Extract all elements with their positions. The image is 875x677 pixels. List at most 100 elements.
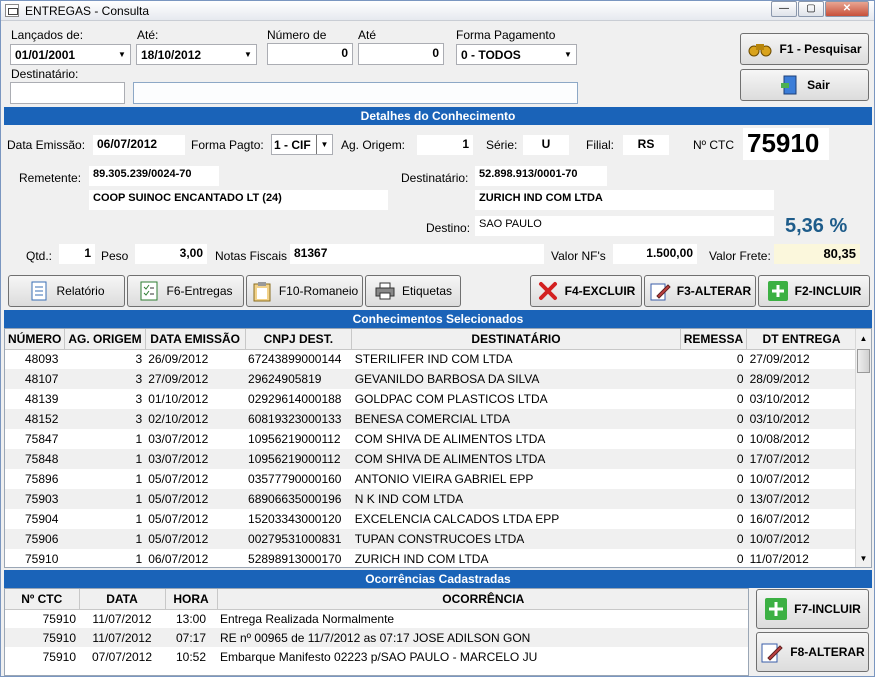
table-cell: 11/07/2012 [749,552,809,566]
table-row[interactable]: 75847 1 03/07/2012 10956219000112 COM SHIVA … [5,429,857,449]
table-cell: 02/10/2012 [145,409,246,429]
data-emissao-value: 06/07/2012 [93,135,185,155]
numero-input[interactable]: 0 [267,43,353,65]
ocorrencia-incluir-button[interactable]: F7-INCLUIR [756,589,869,629]
col-cnpj-dest[interactable]: CNPJ DEST. [245,329,353,350]
table-row[interactable]: 75848 1 03/07/2012 10956219000112 COM SHIVA … [5,449,857,469]
col-remessa[interactable]: REMESSA [680,329,748,350]
destino-label: Destino: [426,221,471,235]
chevron-down-icon[interactable]: ▼ [114,45,130,64]
list-item[interactable]: 75910 11/07/2012 13:00 Entrega Realizada No… [5,609,748,628]
table-cell: 1 [135,552,143,566]
table-cell: GEVANILDO BARBOSA DA SILVA [351,369,681,389]
table-row[interactable]: 48152 3 02/10/2012 60819323000133 BENESA COM… [5,409,857,429]
table-row[interactable]: 75896 1 05/07/2012 03577790000160 ANTONIO VI… [5,469,857,489]
table-row[interactable]: 75903 1 05/07/2012 68906635000196 N K IND CO… [5,489,857,509]
col-hora[interactable]: HORA [165,589,218,610]
incluir-button[interactable]: F2-INCLUIR [758,275,870,307]
table-cell: 60819323000133 [245,409,352,429]
ocorrencia-alterar-button[interactable]: F8-ALTERAR [756,632,869,672]
minimize-button[interactable]: — [771,1,797,17]
detalhes-header: Detalhes do Conhecimento [4,107,872,125]
chevron-down-icon[interactable]: ▼ [316,135,332,154]
table-cell: 10956219000112 [245,449,352,469]
alterar-button[interactable]: F3-ALTERAR [644,275,756,307]
conhecimentos-table[interactable]: NÚMERO AG. ORIGEM DATA EMISSÃO CNPJ DEST… [4,328,872,568]
table-row[interactable]: 75906 1 05/07/2012 00279531000831 TUPAN CONS… [5,529,857,549]
valor-frete-label: Valor Frete: [709,249,771,263]
scroll-up-icon[interactable]: ▲ [856,331,871,347]
destinatario-code-input[interactable] [10,82,125,104]
table-cell: 0 [736,352,744,367]
col-destinatario[interactable]: DESTINATÁRIO [351,329,681,350]
entregas-button[interactable]: F6-Entregas [127,275,244,307]
table-row[interactable]: 48093 3 26/09/2012 67243899000144 STERILIFER… [5,349,857,369]
incluir-label: F2-INCLUIR [794,284,862,298]
table-cell: 10/07/2012 [746,529,857,549]
title-bar: ENTREGAS - Consulta — ▢ ✕ [1,1,874,21]
numero-label: Número de [267,28,327,42]
chevron-down-icon[interactable]: ▼ [240,45,256,64]
table-cell: 26/09/2012 [148,352,209,367]
ate-date-picker[interactable]: 18/10/2012 ▼ [136,44,257,65]
col-data[interactable]: DATA [79,589,166,610]
scroll-thumb[interactable] [857,349,870,373]
table-cell: 10956219000112 [248,432,341,446]
table-cell: 3 [135,392,143,406]
table-cell: 0 [736,512,744,526]
sair-button[interactable]: Sair [740,69,869,101]
table-cell: 03/07/2012 [148,432,209,446]
ocorrencias-table[interactable]: Nº CTC DATA HORA OCORRÊNCIA 75910 11/07/2… [4,588,749,676]
col-ag-origem[interactable]: AG. ORIGEM [64,329,146,350]
forma-pagamento-select[interactable]: 0 - TODOS ▼ [456,44,577,65]
table-row[interactable]: 75910 1 06/07/2012 52898913000170 ZURICH IND… [5,549,857,567]
scroll-down-icon[interactable]: ▼ [856,551,871,567]
table-cell: 1 [64,529,146,549]
col-data-emissao[interactable]: DATA EMISSÃO [145,329,246,350]
remetente-label: Remetente: [19,171,82,185]
pesquisar-button[interactable]: F1 - Pesquisar [740,33,869,65]
table-cell: 75904 [25,512,59,526]
table-cell: 00279531000831 [245,529,352,549]
delete-x-icon [538,282,557,300]
table-cell: 0 [680,529,747,549]
col-dt-entrega[interactable]: DT ENTREGA [746,329,857,350]
forma-pagamento-label: Forma Pagamento [456,28,556,42]
table-cell: RE nº 00965 de 11/7/2012 as 07:17 JOSE A… [217,628,748,647]
table-cell: 01/10/2012 [148,392,209,406]
table-row[interactable]: 75904 1 05/07/2012 15203343000120 EXCELENCIA… [5,509,857,529]
maximize-button[interactable]: ▢ [798,1,824,17]
romaneio-button[interactable]: F10-Romaneio [246,275,363,307]
destinatario-name-input[interactable] [133,82,578,104]
table-cell: 75910 [5,628,79,647]
close-button[interactable]: ✕ [825,1,869,17]
vertical-scrollbar[interactable]: ▲ ▼ [855,329,871,567]
table-cell: 27/09/2012 [749,352,810,367]
table-cell: 10/08/2012 [749,432,810,446]
forma-pagto-select[interactable]: 1 - CIF ▼ [271,134,333,155]
table-cell: 0 [736,432,744,446]
col-numero[interactable]: NÚMERO [5,329,66,350]
list-item[interactable]: 75910 07/07/2012 10:52 Embarque Manifesto 0… [5,647,748,666]
table-cell: 1 [135,512,143,526]
relatorio-button[interactable]: Relatório [8,275,125,307]
table-row[interactable]: 48139 3 01/10/2012 02929614000188 GOLDPAC CO… [5,389,857,409]
destinatario-nome: ZURICH IND COM LTDA [475,190,774,210]
col-ocorrencia[interactable]: OCORRÊNCIA [217,589,748,610]
list-item[interactable]: 75910 11/07/2012 07:17 RE nº 00965 de 11/7/… [5,628,748,647]
table-cell: GOLDPAC COM PLASTICOS LTDA [354,392,548,406]
peso-label: Peso [101,249,129,263]
excluir-button[interactable]: F4-EXCLUIR [530,275,642,307]
table-cell: 75896 [25,472,59,486]
pesquisar-label: F1 - Pesquisar [779,42,862,56]
ate2-input[interactable]: 0 [358,43,444,65]
table-cell: 0 [736,472,744,486]
lancados-date-picker[interactable]: 01/01/2001 ▼ [10,44,131,65]
chevron-down-icon[interactable]: ▼ [560,45,576,64]
etiquetas-button[interactable]: Etiquetas [365,275,461,307]
col-ctc[interactable]: Nº CTC [5,589,80,610]
peso-value: 3,00 [135,244,207,264]
table-cell: 13/07/2012 [746,489,857,509]
table-cell: EXCELENCIA CALCADOS LTDA EPP [354,512,560,526]
table-row[interactable]: 48107 3 27/09/2012 29624905819 GEVANILDO BAR… [5,369,857,389]
